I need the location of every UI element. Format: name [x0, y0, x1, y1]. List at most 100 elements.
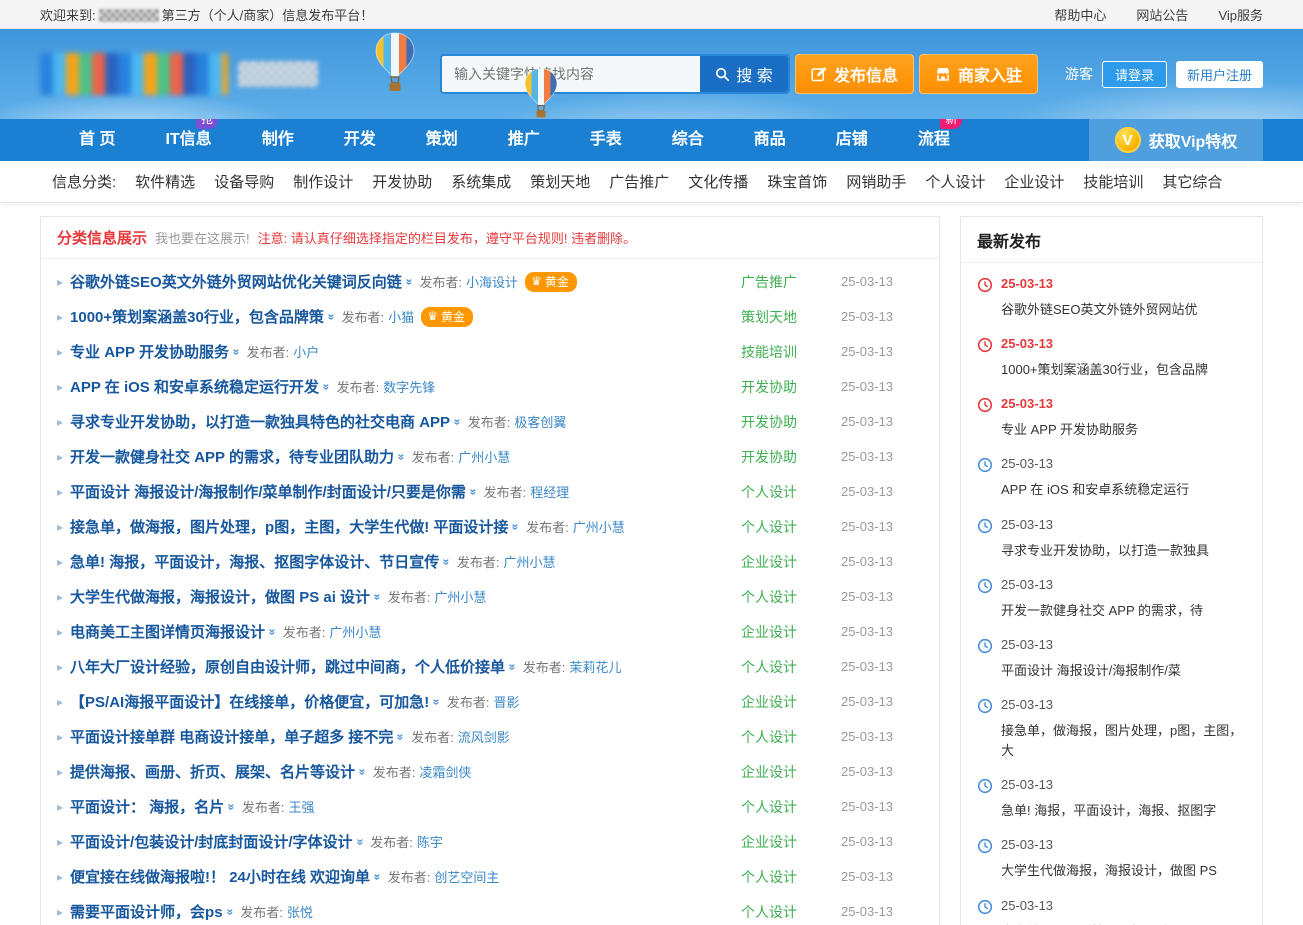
category-link[interactable]: 系统集成 — [451, 171, 511, 192]
publisher-link[interactable]: 程经理 — [530, 482, 569, 501]
topbar-link[interactable]: 帮助中心 — [1054, 5, 1106, 24]
latest-title-link[interactable]: 平面设计 海报设计/海报制作/菜 — [1001, 661, 1181, 681]
login-button[interactable]: 请登录 — [1102, 61, 1167, 88]
search-input[interactable] — [442, 56, 700, 92]
nav-item[interactable]: 手表 — [565, 119, 647, 161]
latest-title-link[interactable]: 接急单，做海报，图片处理，p图，主图，大 — [1001, 721, 1246, 761]
nav-item[interactable]: IT信息抢 — [140, 119, 236, 161]
listing-title-link[interactable]: 八年大厂设计经验，原创自由设计师，跳过中间商，个人低价接单 — [70, 656, 505, 677]
publisher-link[interactable]: 陈宇 — [417, 832, 443, 851]
row-category-link[interactable]: 策划天地 — [741, 307, 827, 327]
listing-title-link[interactable]: 平面设计： 海报，名片 — [70, 796, 224, 817]
row-category-link[interactable]: 开发协助 — [741, 412, 827, 432]
listing-title-link[interactable]: 大学生代做海报，海报设计，做图 PS ai 设计 — [70, 586, 370, 607]
latest-title-link[interactable]: 谷歌外链SEO英文外链外贸网站优 — [1001, 300, 1197, 320]
listing-title-link[interactable]: 提供海报、画册、折页、展架、名片等设计 — [70, 761, 355, 782]
listing-title-link[interactable]: 平面设计 海报设计/海报制作/菜单制作/封面设计/只要是你需 — [70, 481, 466, 502]
nav-item[interactable]: 推广 — [483, 119, 565, 161]
vip-privilege-button[interactable]: V 获取Vip特权 — [1089, 119, 1263, 161]
row-category-link[interactable]: 个人设计 — [741, 727, 827, 747]
row-category-link[interactable]: 个人设计 — [741, 902, 827, 922]
category-link[interactable]: 策划天地 — [530, 171, 590, 192]
publisher-link[interactable]: 创艺空间主 — [434, 867, 499, 886]
nav-item[interactable]: 开发 — [319, 119, 401, 161]
category-link[interactable]: 网销助手 — [846, 171, 906, 192]
category-link[interactable]: 制作设计 — [293, 171, 353, 192]
listing-title-link[interactable]: 便宜接在线做海报啦!！ 24小时在线 欢迎询单 — [70, 866, 370, 887]
nav-item[interactable]: 商品 — [729, 119, 811, 161]
row-category-link[interactable]: 技能培训 — [741, 342, 827, 362]
row-category-link[interactable]: 企业设计 — [741, 692, 827, 712]
nav-item[interactable]: 综合 — [647, 119, 729, 161]
row-category-link[interactable]: 企业设计 — [741, 762, 827, 782]
publisher-link[interactable]: 极客创翼 — [514, 412, 566, 431]
listing-title-link[interactable]: 1000+策划案涵盖30行业，包含品牌策 — [70, 306, 324, 327]
category-link[interactable]: 文化传播 — [688, 171, 748, 192]
publisher-link[interactable]: 小户 — [293, 342, 319, 361]
site-logo[interactable] — [40, 53, 340, 95]
listing-title-link[interactable]: 接急单，做海报，图片处理，p图，主图，大学生代做! 平面设计接 — [70, 516, 508, 537]
publisher-link[interactable]: 张悦 — [287, 902, 313, 921]
listing-title-link[interactable]: 急单! 海报，平面设计，海报、抠图字体设计、节日宣传 — [70, 551, 439, 572]
register-button[interactable]: 新用户注册 — [1176, 61, 1263, 88]
publisher-link[interactable]: 凌霜剑侠 — [419, 762, 471, 781]
latest-title-link[interactable]: 1000+策划案涵盖30行业，包含品牌 — [1001, 360, 1208, 380]
nav-item[interactable]: 制作 — [237, 119, 319, 161]
publisher-link[interactable]: 晋影 — [494, 692, 520, 711]
publish-info-button[interactable]: 发布信息 — [795, 54, 914, 94]
listing-title-link[interactable]: 平面设计/包装设计/封底封面设计/字体设计 — [70, 831, 353, 852]
row-category-link[interactable]: 个人设计 — [741, 797, 827, 817]
category-link[interactable]: 技能培训 — [1083, 171, 1143, 192]
row-category-link[interactable]: 个人设计 — [741, 867, 827, 887]
publisher-link[interactable]: 数字先锋 — [383, 377, 435, 396]
nav-item[interactable]: 首 页 — [54, 119, 140, 161]
row-category-link[interactable]: 广告推广 — [741, 272, 827, 292]
publisher-link[interactable]: 流风剑影 — [458, 727, 510, 746]
latest-title-link[interactable]: 大学生代做海报，海报设计，做图 PS — [1001, 861, 1217, 881]
category-link[interactable]: 设备导购 — [214, 171, 274, 192]
row-category-link[interactable]: 个人设计 — [741, 482, 827, 502]
row-category-link[interactable]: 企业设计 — [741, 622, 827, 642]
listing-title-link[interactable]: 寻求专业开发协助，以打造一款独具特色的社交电商 APP — [70, 411, 450, 432]
listing-title-link[interactable]: 专业 APP 开发协助服务 — [70, 341, 229, 362]
listing-title-link[interactable]: 谷歌外链SEO英文外链外贸网站优化关键词反向链 — [70, 271, 402, 292]
listing-title-link[interactable]: 平面设计接单群 电商设计接单，单子超多 接不完 — [70, 726, 393, 747]
publisher-link[interactable]: 小海设计 — [466, 272, 518, 291]
listing-title-link[interactable]: 【PS/AI海报平面设计】在线接单，价格便宜，可加急! — [70, 691, 429, 712]
publisher-link[interactable]: 小猫 — [388, 307, 414, 326]
category-link[interactable]: 广告推广 — [609, 171, 669, 192]
nav-item[interactable]: 店铺 — [811, 119, 893, 161]
category-link[interactable]: 个人设计 — [925, 171, 985, 192]
merchant-join-button[interactable]: 商家入驻 — [919, 54, 1038, 94]
category-link[interactable]: 珠宝首饰 — [767, 171, 827, 192]
search-button[interactable]: 搜 索 — [700, 56, 788, 92]
row-category-link[interactable]: 开发协助 — [741, 377, 827, 397]
row-category-link[interactable]: 个人设计 — [741, 517, 827, 537]
nav-item[interactable]: 策划 — [401, 119, 483, 161]
listing-subtitle[interactable]: 我也要在这展示! — [155, 228, 250, 247]
publisher-link[interactable]: 广州小慧 — [434, 587, 486, 606]
category-link[interactable]: 开发协助 — [372, 171, 432, 192]
latest-title-link[interactable]: 电商美工主图详情页海报设计 — [1001, 922, 1170, 925]
listing-title-link[interactable]: 开发一款健身社交 APP 的需求，待专业团队助力 — [70, 446, 394, 467]
category-link[interactable]: 企业设计 — [1004, 171, 1064, 192]
publisher-link[interactable]: 茉莉花儿 — [569, 657, 621, 676]
latest-title-link[interactable]: APP 在 iOS 和安卓系统稳定运行 — [1001, 480, 1189, 500]
nav-item[interactable]: 流程新 — [893, 119, 975, 161]
listing-title-link[interactable]: 电商美工主图详情页海报设计 — [70, 621, 265, 642]
publisher-link[interactable]: 广州小慧 — [504, 552, 556, 571]
row-category-link[interactable]: 个人设计 — [741, 657, 827, 677]
publisher-link[interactable]: 广州小慧 — [573, 517, 625, 536]
latest-title-link[interactable]: 开发一款健身社交 APP 的需求，待 — [1001, 601, 1203, 621]
publisher-link[interactable]: 广州小慧 — [458, 447, 510, 466]
row-category-link[interactable]: 企业设计 — [741, 832, 827, 852]
topbar-link[interactable]: Vip服务 — [1218, 5, 1263, 24]
row-category-link[interactable]: 开发协助 — [741, 447, 827, 467]
latest-title-link[interactable]: 急单! 海报，平面设计，海报、抠图字 — [1001, 801, 1216, 821]
latest-title-link[interactable]: 专业 APP 开发协助服务 — [1001, 420, 1138, 440]
publisher-link[interactable]: 王强 — [289, 797, 315, 816]
publisher-link[interactable]: 广州小慧 — [329, 622, 381, 641]
category-link[interactable]: 软件精选 — [135, 171, 195, 192]
topbar-link[interactable]: 网站公告 — [1136, 5, 1188, 24]
row-category-link[interactable]: 个人设计 — [741, 587, 827, 607]
